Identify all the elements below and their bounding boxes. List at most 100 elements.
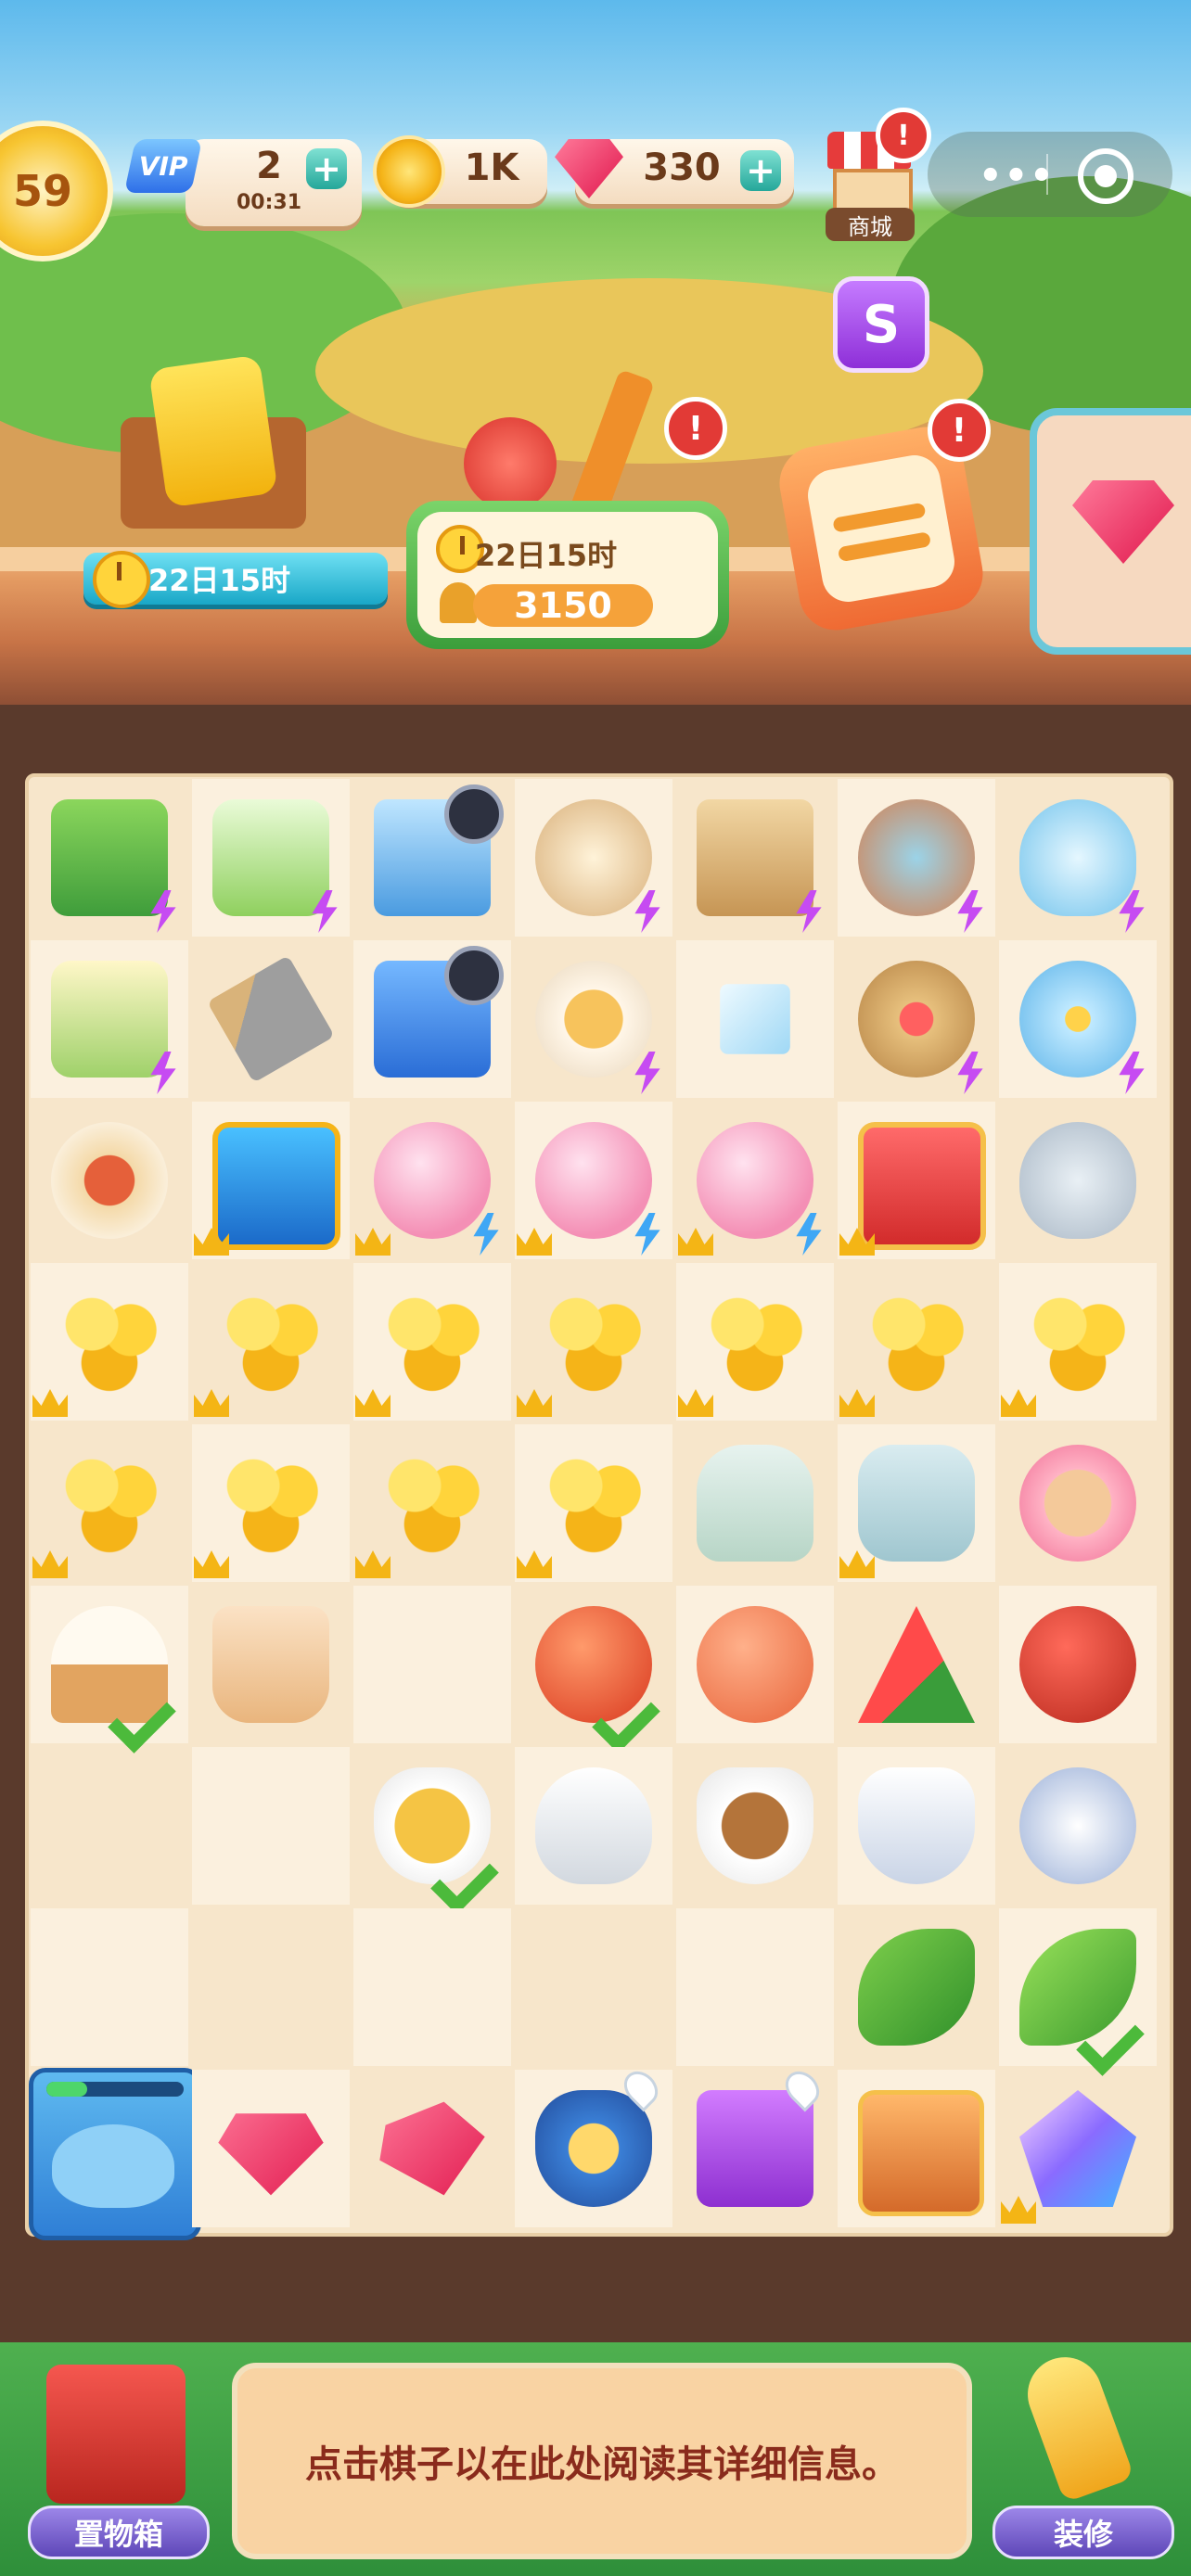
spatula-icon[interactable] (207, 955, 335, 1083)
board-cell[interactable] (192, 1263, 350, 1421)
tea-gaiwan-icon[interactable] (535, 1767, 652, 1884)
board-cell-empty[interactable] (31, 1747, 188, 1905)
board-cell[interactable] (353, 1747, 511, 1915)
board-cell[interactable] (515, 1424, 672, 1582)
vip-badge[interactable]: VIP (123, 139, 203, 193)
board-cell[interactable] (192, 1586, 350, 1743)
pomegranate-icon[interactable] (1019, 1606, 1136, 1723)
board-cell-empty[interactable] (192, 1747, 350, 1905)
coins-icon[interactable] (51, 1283, 168, 1400)
fish-bowl-icon[interactable] (1019, 799, 1136, 916)
board-cell-empty[interactable] (676, 1908, 834, 2066)
dolphin-generator[interactable] (29, 2068, 201, 2240)
board-cell-empty[interactable] (515, 1908, 672, 2066)
quest-card[interactable]: 22日15时 3150 (406, 501, 729, 649)
crystal-icon[interactable] (1019, 2090, 1136, 2207)
board-cell[interactable] (676, 1263, 834, 1421)
board-cell[interactable] (838, 1424, 995, 1582)
board-cell[interactable] (192, 2070, 350, 2227)
coins-icon[interactable] (697, 1283, 813, 1400)
board-cell[interactable] (676, 1747, 834, 1905)
shop-button[interactable]: 商城 ! (818, 108, 931, 241)
board-cell[interactable] (999, 1908, 1157, 2076)
fan-icon[interactable] (212, 1606, 329, 1723)
piggy-bank-icon[interactable] (374, 1122, 491, 1239)
energy-panel[interactable]: 2 00:31 + (186, 139, 362, 226)
gem-offer-frame[interactable] (1030, 408, 1191, 655)
board-cell[interactable] (676, 940, 834, 1098)
board-cell[interactable] (515, 2064, 672, 2227)
add-gems-button[interactable]: + (740, 150, 781, 191)
board-cell[interactable] (999, 1747, 1157, 1905)
board-cell[interactable] (838, 2070, 995, 2227)
board-cell-empty[interactable] (192, 1908, 350, 2066)
board-cell[interactable] (999, 779, 1157, 937)
coffee-machine-icon[interactable] (51, 799, 168, 916)
board-cell[interactable] (31, 940, 188, 1098)
porcelain-bowl-icon[interactable] (1019, 1122, 1136, 1239)
board-cell[interactable] (353, 2070, 511, 2227)
board-cell[interactable] (838, 1102, 995, 1259)
board-cell[interactable] (353, 1424, 511, 1582)
board-cell[interactable] (192, 940, 350, 1098)
ice-cube-icon[interactable] (720, 984, 790, 1054)
board-cell[interactable] (999, 1102, 1157, 1259)
board-cell[interactable] (838, 1586, 995, 1743)
more-menu-icon[interactable]: ••• (979, 155, 1056, 198)
close-target-icon[interactable] (1078, 148, 1133, 204)
board-cell[interactable] (31, 1263, 188, 1421)
coins-icon[interactable] (535, 1445, 652, 1562)
board-cell[interactable] (31, 779, 188, 937)
board-cell[interactable] (353, 779, 511, 937)
ruby-pair-icon[interactable] (379, 2101, 485, 2196)
vegetable-crate[interactable] (102, 354, 325, 538)
sake-bottle-icon[interactable] (697, 1445, 813, 1562)
board-cell[interactable] (31, 1102, 188, 1259)
mini-program-capsule[interactable]: ••• (928, 132, 1172, 217)
board-cell-empty[interactable] (31, 1908, 188, 2066)
peach-icon[interactable] (697, 1606, 813, 1723)
board-cell-empty[interactable] (353, 1908, 511, 2066)
rice-cooker-icon[interactable] (535, 799, 652, 916)
board-cell[interactable] (676, 2064, 834, 2227)
fish-bowl-small-icon[interactable] (1019, 961, 1136, 1078)
coins-icon[interactable] (858, 1283, 975, 1400)
board-cell[interactable] (999, 1263, 1157, 1421)
board-cell[interactable] (353, 940, 511, 1098)
board-cell[interactable] (192, 1424, 350, 1582)
coins-icon[interactable] (212, 1445, 329, 1562)
cherry-basket-icon[interactable] (858, 961, 975, 1078)
soup-bowl-icon[interactable] (535, 961, 652, 1078)
gift-sack-icon[interactable] (535, 2090, 652, 2207)
board-cell[interactable] (999, 1586, 1157, 1743)
board-cell[interactable] (999, 1424, 1157, 1582)
board-cell[interactable] (838, 779, 995, 937)
board-cell-empty[interactable] (353, 1586, 511, 1743)
add-energy-button[interactable]: + (306, 148, 347, 189)
piggy-bank-icon[interactable] (535, 1122, 652, 1239)
coins-icon[interactable] (374, 1283, 491, 1400)
board-cell[interactable] (515, 1263, 672, 1421)
board-cell[interactable] (838, 940, 995, 1098)
board-cell[interactable] (838, 1263, 995, 1421)
coins-icon[interactable] (51, 1445, 168, 1562)
board-cell[interactable] (515, 1102, 672, 1259)
tea-mug-icon[interactable] (697, 1767, 813, 1884)
purple-event-button[interactable]: S (833, 276, 929, 373)
juicer-icon[interactable] (212, 799, 329, 916)
board-cell[interactable] (999, 940, 1157, 1098)
board-cell[interactable] (353, 1102, 511, 1259)
storage-box-button[interactable]: 置物箱 (19, 2346, 213, 2559)
board-cell[interactable] (838, 1908, 995, 2066)
clay-pot-icon[interactable] (858, 799, 975, 916)
board-cell[interactable] (676, 1586, 834, 1743)
board-cell[interactable] (192, 1102, 350, 1259)
tea-pot-icon[interactable] (1019, 1767, 1136, 1884)
board-cell[interactable] (676, 1424, 834, 1582)
board-cell[interactable] (29, 2068, 201, 2240)
tea-cup-saucer-icon[interactable] (858, 1767, 975, 1884)
piggy-bank-icon[interactable] (697, 1122, 813, 1239)
board-cell[interactable] (192, 779, 350, 937)
decorate-button[interactable]: 装修 (983, 2346, 1178, 2559)
board-cell[interactable] (676, 1102, 834, 1259)
